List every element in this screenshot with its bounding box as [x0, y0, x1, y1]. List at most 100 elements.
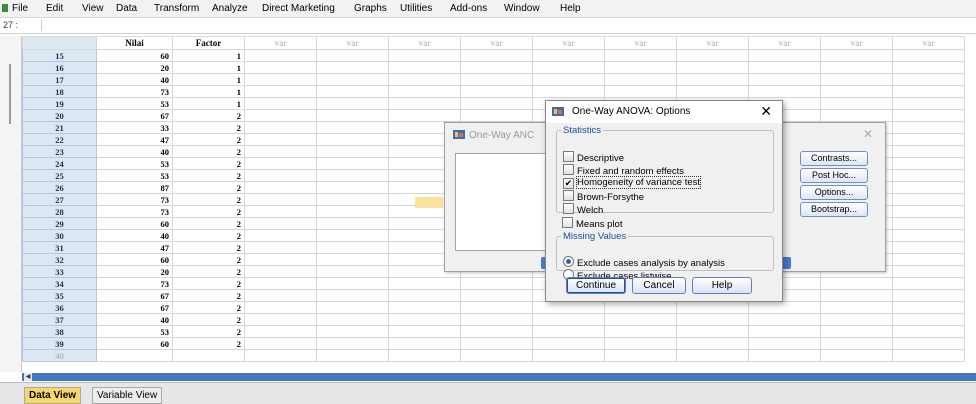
- cell-empty[interactable]: [244, 277, 317, 290]
- row-number[interactable]: 30: [22, 229, 97, 242]
- row-number[interactable]: 17: [22, 73, 97, 86]
- menu-file[interactable]: File: [12, 3, 28, 14]
- cell-empty[interactable]: [388, 97, 461, 110]
- welch-checkbox[interactable]: Welch: [563, 203, 603, 216]
- cell-empty[interactable]: [316, 97, 389, 110]
- cell-empty[interactable]: [676, 85, 749, 98]
- cell-empty[interactable]: [316, 109, 389, 122]
- table-row[interactable]: 36 67 2: [22, 301, 965, 314]
- homogeneity-checkbox[interactable]: ✔ Homogeneity of variance test: [563, 176, 702, 189]
- cell-empty[interactable]: [244, 85, 317, 98]
- cell-nilai[interactable]: 60: [96, 253, 173, 266]
- cell-empty[interactable]: [892, 337, 965, 350]
- row-number[interactable]: 34: [22, 277, 97, 290]
- cell-empty[interactable]: [244, 241, 317, 254]
- menu-view[interactable]: View: [82, 3, 104, 14]
- cell-factor[interactable]: 2: [172, 241, 245, 254]
- cell-empty[interactable]: [892, 169, 965, 182]
- row-number[interactable]: 40: [22, 349, 97, 362]
- cell-empty[interactable]: [244, 169, 317, 182]
- cell-empty[interactable]: [460, 109, 533, 122]
- cell-empty[interactable]: [676, 61, 749, 74]
- cell-empty[interactable]: [244, 289, 317, 302]
- menu-edit[interactable]: Edit: [46, 3, 63, 14]
- cell-nilai[interactable]: 73: [96, 277, 173, 290]
- cell-empty[interactable]: [532, 313, 605, 326]
- cell-empty[interactable]: [460, 313, 533, 326]
- cell-empty[interactable]: [460, 73, 533, 86]
- column-header-var[interactable]: var: [604, 36, 677, 50]
- cell-empty[interactable]: [748, 337, 821, 350]
- cell-empty[interactable]: [460, 301, 533, 314]
- cell-empty[interactable]: [604, 349, 677, 362]
- cell-empty[interactable]: [820, 109, 893, 122]
- row-number[interactable]: 22: [22, 133, 97, 146]
- row-number[interactable]: 28: [22, 205, 97, 218]
- cell-factor[interactable]: 2: [172, 253, 245, 266]
- row-number[interactable]: 19: [22, 97, 97, 110]
- cell-empty[interactable]: [388, 277, 461, 290]
- cell-factor[interactable]: 2: [172, 277, 245, 290]
- cell-empty[interactable]: [892, 349, 965, 362]
- menu-transform[interactable]: Transform: [154, 3, 199, 14]
- cell-empty[interactable]: [460, 277, 533, 290]
- row-number[interactable]: 16: [22, 61, 97, 74]
- menu-add-ons[interactable]: Add-ons: [450, 3, 487, 14]
- table-row[interactable]: 15 60 1: [22, 49, 965, 62]
- table-row[interactable]: 38 53 2: [22, 325, 965, 338]
- help-button[interactable]: Help: [692, 277, 752, 294]
- cell-empty[interactable]: [460, 337, 533, 350]
- checkbox-icon[interactable]: [563, 190, 574, 201]
- cell-empty[interactable]: [316, 253, 389, 266]
- cell-empty[interactable]: [820, 337, 893, 350]
- row-number[interactable]: 39: [22, 337, 97, 350]
- cell-empty[interactable]: [244, 73, 317, 86]
- row-number[interactable]: 31: [22, 241, 97, 254]
- continue-button[interactable]: Continue: [566, 277, 626, 294]
- cell-factor[interactable]: 2: [172, 169, 245, 182]
- cell-empty[interactable]: [316, 325, 389, 338]
- row-number[interactable]: 35: [22, 289, 97, 302]
- cell-empty[interactable]: [676, 301, 749, 314]
- cell-factor[interactable]: 1: [172, 73, 245, 86]
- cell-factor[interactable]: 2: [172, 133, 245, 146]
- cell-nilai[interactable]: 40: [96, 229, 173, 242]
- menu-utilities[interactable]: Utilities: [400, 3, 432, 14]
- checkmark-icon[interactable]: ✔: [563, 178, 574, 189]
- cell-factor[interactable]: [172, 349, 245, 362]
- table-row[interactable]: 20 67 2: [22, 109, 965, 122]
- cell-empty[interactable]: [892, 229, 965, 242]
- cell-nilai[interactable]: 87: [96, 181, 173, 194]
- radio-selected-icon[interactable]: [563, 256, 574, 267]
- column-header-var[interactable]: var: [532, 36, 605, 50]
- cell-factor[interactable]: 2: [172, 337, 245, 350]
- cell-empty[interactable]: [244, 217, 317, 230]
- cell-empty[interactable]: [676, 337, 749, 350]
- cell-empty[interactable]: [316, 157, 389, 170]
- cell-empty[interactable]: [604, 337, 677, 350]
- cell-empty[interactable]: [316, 61, 389, 74]
- cell-empty[interactable]: [316, 205, 389, 218]
- cell-empty[interactable]: [892, 121, 965, 134]
- cell-empty[interactable]: [244, 349, 317, 362]
- cell-empty[interactable]: [388, 325, 461, 338]
- cell-empty[interactable]: [604, 325, 677, 338]
- table-row[interactable]: 19 53 1: [22, 97, 965, 110]
- cell-empty[interactable]: [820, 289, 893, 302]
- cell-empty[interactable]: [316, 277, 389, 290]
- cell-empty[interactable]: [388, 73, 461, 86]
- cell-empty[interactable]: [244, 205, 317, 218]
- cell-factor[interactable]: 2: [172, 289, 245, 302]
- cell-nilai[interactable]: 20: [96, 61, 173, 74]
- cell-empty[interactable]: [244, 301, 317, 314]
- cell-empty[interactable]: [532, 349, 605, 362]
- table-row[interactable]: 16 20 1: [22, 61, 965, 74]
- cell-nilai[interactable]: 67: [96, 109, 173, 122]
- cell-empty[interactable]: [748, 61, 821, 74]
- cell-empty[interactable]: [892, 85, 965, 98]
- cell-empty[interactable]: [532, 301, 605, 314]
- cell-empty[interactable]: [244, 61, 317, 74]
- cell-empty[interactable]: [604, 61, 677, 74]
- cell-empty[interactable]: [604, 301, 677, 314]
- row-number[interactable]: 29: [22, 217, 97, 230]
